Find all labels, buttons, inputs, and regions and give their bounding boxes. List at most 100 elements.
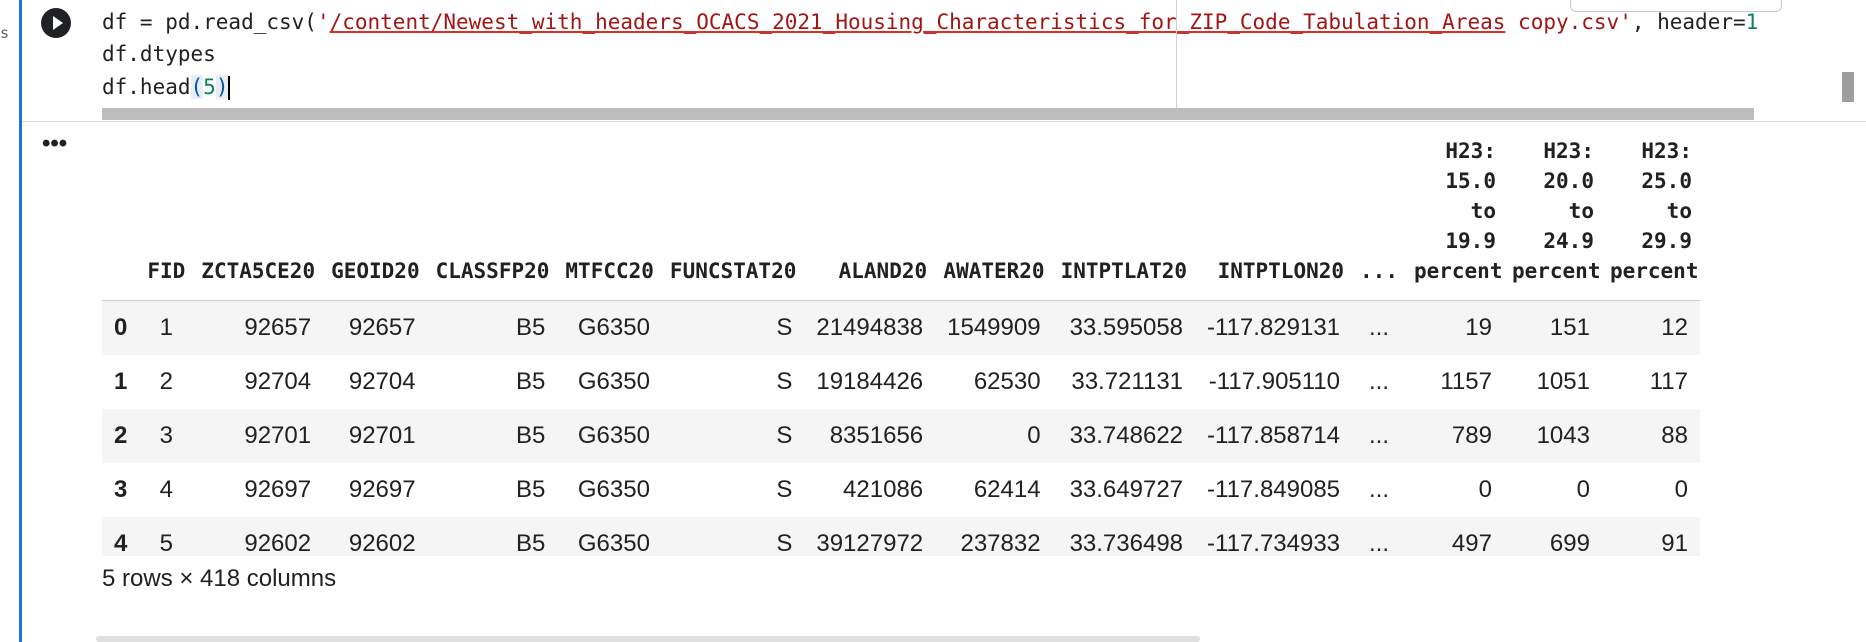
table-cell: 8351656 [804,409,936,463]
run-cell-button[interactable] [41,8,71,38]
table-cell: -117.829131 [1195,300,1353,355]
table-cell: G6350 [557,409,662,463]
table-cell: S [776,476,793,503]
table-cell: ... [1368,476,1389,503]
table-cell: -117.905110 [1208,368,1341,395]
table-cell: ... [1352,409,1406,463]
table-cell: 117 [1649,368,1688,395]
output-separator [22,121,1866,122]
table-cell: 92701 [323,409,428,463]
table-cell: 12 [1601,300,1700,355]
table-cell: B5 [427,300,558,355]
column-header [102,136,140,301]
dataframe-output: FID ZCTA5CE20 GEOID20 CLASSFP20 MTFCC20 FUNCS… [102,136,1866,556]
row-index: 2 [102,409,140,463]
column-header: INTPTLAT20 [1052,136,1196,301]
table-cell: 1043 [1503,409,1602,463]
table-header-row: FID ZCTA5CE20 GEOID20 CLASSFP20 MTFCC20 FUNCS… [102,136,1700,301]
table-cell: -117.849085 [1207,476,1341,503]
output-more-icon[interactable]: ••• [42,132,67,156]
table-cell: 33.721131 [1071,368,1184,395]
table-cell: 5 [139,517,194,556]
table-cell: G6350 [557,300,662,355]
table-row: 0 1 92657 92657 B5 G6350 S 21494838 1549909 33.59… [102,300,1700,355]
column-header: H23: 20.0 to 24.9 percent [1503,136,1602,301]
code-token: df.dtypes [102,42,216,66]
dataframe-table: FID ZCTA5CE20 GEOID20 CLASSFP20 MTFCC20 FUNCS… [102,136,1700,556]
column-header: H23: 15.0 to 19.9 percent [1405,136,1504,301]
column-header: CLASSFP20 [427,136,558,301]
table-cell: B5 [427,409,558,463]
table-cell: S [661,517,805,556]
table-cell: ... [1352,300,1406,355]
table-cell: 92657 [323,300,428,355]
column-header: GEOID20 [323,136,428,301]
table-cell: S [776,368,793,395]
row-index: 3 [114,476,128,503]
table-cell: 92697 [348,476,416,503]
table-cell: 39127972 [804,517,936,556]
table-cell: 699 [1503,517,1602,556]
table-cell: S [661,300,805,355]
column-header: MTFCC20 [557,136,662,301]
column-header: INTPTLON20 [1195,136,1353,301]
table-cell: 92704 [244,368,312,395]
table-cell: 0 [1576,476,1590,503]
table-cell: 1157 [1440,368,1492,395]
table-cell: 0 [1478,476,1492,503]
code-number: 1 [1745,10,1759,34]
column-header: ALAND20 [804,136,936,301]
table-cell: 2 [159,368,173,395]
row-index: 4 [102,517,140,556]
table-cell: 421086 [843,476,924,503]
code-paren: ) [215,75,229,99]
table-cell: ... [1352,517,1406,556]
text-cursor [228,76,231,100]
code-line-1: df = pd.read_csv('/content/Newest_with_h… [102,0,1866,34]
table-row: 3 4 92697 92697 B5 G6350 S 421086 62414 33.649727… [102,463,1700,517]
table-cell: B5 [516,368,546,395]
column-header: AWATER20 [935,136,1053,301]
table-cell: 1 [139,300,194,355]
table-cell: 92701 [193,409,324,463]
table-cell: B5 [516,476,546,503]
column-header: ... [1352,136,1406,301]
column-header: ZCTA5CE20 [193,136,324,301]
table-cell: 33.748622 [1052,409,1196,463]
table-row: 4 5 92602 92602 B5 G6350 S 39127972 237832 33.736… [102,517,1700,556]
row-index: 0 [102,300,140,355]
column-header: FUNCSTAT20 [661,136,805,301]
table-cell: 62530 [973,368,1041,395]
table-cell: 33.649727 [1069,476,1184,503]
table-row: 1 2 92704 92704 B5 G6350 S 19184426 62530 33.7211… [102,355,1700,409]
code-string-path[interactable]: /content/Newest_with_headers_OCACS_2021_… [330,10,1506,34]
table-cell: 1549909 [935,300,1053,355]
code-paren: ( [190,75,204,99]
table-cell: 151 [1503,300,1602,355]
editor-horizontal-scrollbar[interactable] [102,108,1754,120]
table-cell: 92657 [193,300,324,355]
row-index: 1 [114,368,128,395]
table-cell: G6350 [577,476,650,503]
code-string: copy.csv' [1505,10,1632,34]
table-cell: 19 [1405,300,1504,355]
table-cell: 91 [1601,517,1700,556]
table-cell: 33.736498 [1052,517,1196,556]
code-number: 5 [203,75,216,99]
column-header: FID [139,136,194,301]
code-token: , header= [1631,10,1746,34]
table-cell: S [661,409,805,463]
table-cell: 4 [159,476,173,503]
code-line-3: df.head(5) [102,66,1866,100]
output-horizontal-scrollbar[interactable] [96,636,1200,642]
table-cell: ... [1368,368,1389,395]
table-cell: 92602 [193,517,324,556]
table-cell: -117.734933 [1195,517,1353,556]
editor-vertical-scrollbar[interactable] [1842,72,1854,102]
table-cell: -117.858714 [1195,409,1353,463]
code-token: df.head [102,75,191,99]
table-cell: 21494838 [804,300,936,355]
table-cell: 237832 [935,517,1053,556]
code-editor[interactable]: df = pd.read_csv('/content/Newest_with_h… [102,0,1866,120]
table-cell: B5 [427,517,558,556]
